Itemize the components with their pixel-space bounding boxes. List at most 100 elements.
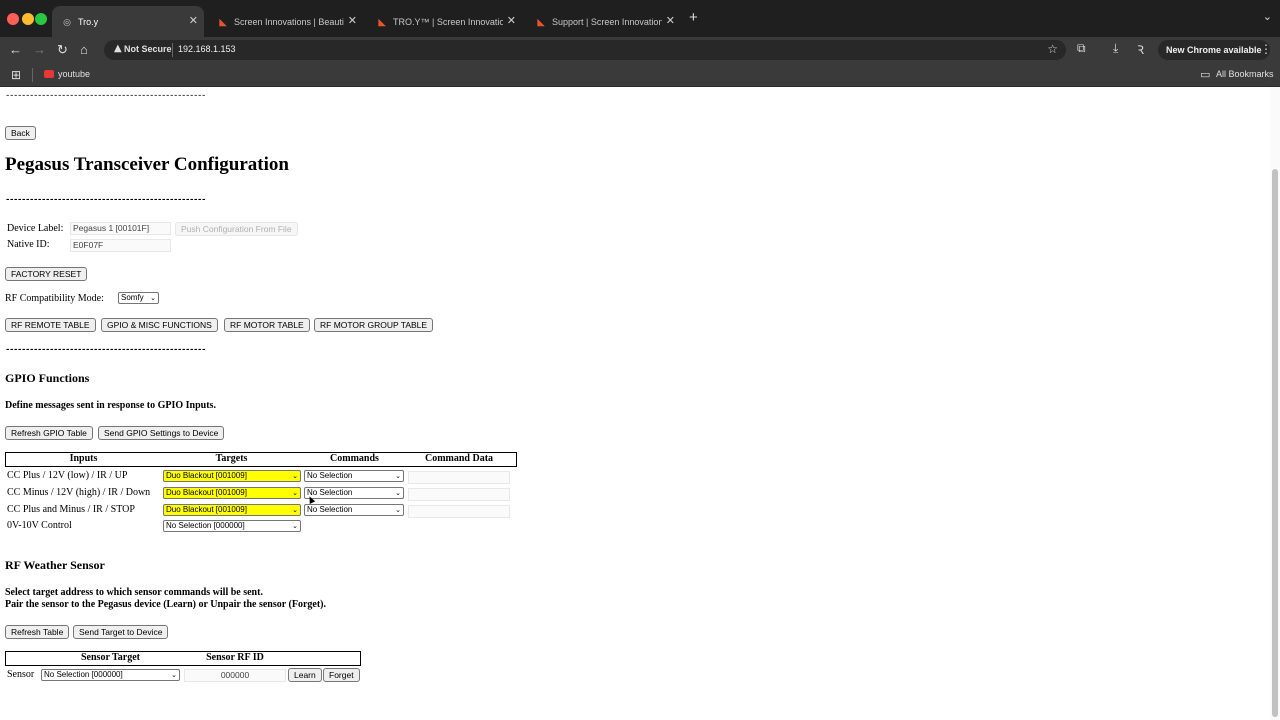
close-icon[interactable]: ✕	[348, 14, 357, 27]
gpio-target-select[interactable]: No Selection [000000] ⌄	[163, 520, 301, 532]
rf-remote-table-button[interactable]: RF REMOTE TABLE	[5, 318, 96, 332]
new-tab-button[interactable]: +	[689, 9, 698, 26]
chevron-down-icon: ⌄	[292, 522, 298, 530]
selected-value: No Selection	[307, 488, 353, 497]
sensor-target-select[interactable]: No Selection [000000] ⌄	[41, 669, 180, 681]
gpio-input-label: CC Minus / 12V (high) / IR / Down	[7, 487, 151, 498]
push-configuration-button[interactable]: Push Configuration From File	[175, 222, 298, 236]
gpio-command-select[interactable]: No Selection ⌄	[304, 470, 404, 482]
extensions-icon[interactable]: ⧉	[1077, 41, 1086, 56]
gpio-input-label: 0V-10V Control	[7, 520, 72, 531]
home-icon[interactable]: ⌂	[80, 41, 88, 59]
gpio-command-data-input[interactable]	[408, 488, 510, 501]
download-icon[interactable]: ⤓	[1113, 41, 1118, 56]
weather-sensor-heading: RF Weather Sensor	[5, 558, 105, 572]
close-icon[interactable]: ✕	[666, 14, 675, 27]
bookmarks-bar: ⊞ youtube ▭ All Bookmarks	[0, 63, 1280, 87]
forget-button[interactable]: Forget	[323, 668, 360, 682]
column-header-commands: Commands	[330, 453, 379, 464]
selected-value: Duo Blackout [001009]	[166, 505, 247, 514]
send-gpio-settings-button[interactable]: Send GPIO Settings to Device	[98, 426, 225, 440]
gpio-input-label: CC Plus / 12V (low) / IR / UP	[7, 470, 128, 481]
column-header-sensor-rf-id: Sensor RF ID	[206, 652, 264, 663]
gpio-target-select[interactable]: Duo Blackout [001009] ⌄	[163, 470, 301, 482]
sensor-rf-id-input[interactable]: 000000	[184, 669, 286, 682]
factory-reset-button[interactable]: FACTORY RESET	[5, 267, 88, 281]
menu-kebab-icon[interactable]: ⋮	[1260, 42, 1272, 56]
device-label-input[interactable]: Pegasus 1 [00101F]	[70, 222, 171, 235]
divider: ----------------------------------------…	[5, 345, 206, 355]
window-minimize-button[interactable]	[22, 13, 34, 25]
close-icon[interactable]: ✕	[507, 14, 516, 27]
native-id-label: Native ID:	[7, 239, 50, 250]
selected-value: Duo Blackout [001009]	[166, 488, 247, 497]
gpio-input-label: CC Plus and Minus / IR / STOP	[7, 504, 135, 515]
chevron-down-icon: ⌄	[292, 489, 298, 497]
divider	[32, 68, 33, 82]
rf-motor-table-button[interactable]: RF MOTOR TABLE	[224, 318, 310, 332]
gpio-target-select[interactable]: Duo Blackout [001009] ⌄	[163, 504, 301, 516]
back-arrow-icon[interactable]: ←	[9, 41, 22, 59]
gpio-misc-functions-button[interactable]: GPIO & MISC FUNCTIONS	[101, 318, 218, 332]
rf-compatibility-mode-label: RF Compatibility Mode:	[5, 293, 104, 304]
gpio-command-data-input[interactable]	[408, 471, 510, 484]
apps-grid-icon[interactable]: ⊞	[11, 68, 21, 82]
selected-value: No Selection	[307, 505, 353, 514]
bookmark-youtube[interactable]: youtube	[58, 69, 90, 79]
warning-icon: ▲	[114, 43, 122, 54]
gpio-command-select[interactable]: No Selection ⌄	[304, 504, 404, 516]
column-header-targets: Targets	[215, 453, 248, 464]
all-bookmarks[interactable]: All Bookmarks	[1216, 69, 1274, 79]
window-close-button[interactable]	[7, 13, 19, 25]
tab-screen-innovations[interactable]: ◣ Screen Innovations | Beautiful ✕	[208, 6, 363, 37]
tab-support[interactable]: ◣ Support | Screen Innovations ✕	[526, 6, 681, 37]
tab-title: TRO.Y™ | Screen Innovations	[393, 16, 503, 27]
gpio-command-select[interactable]: No Selection ⌄	[304, 487, 404, 499]
device-label-label: Device Label:	[7, 223, 64, 234]
selected-value: Duo Blackout [001009]	[166, 471, 247, 480]
reload-icon[interactable]: ↻	[57, 41, 68, 59]
new-chrome-available-button[interactable]: New Chrome available	[1158, 40, 1270, 60]
weather-description-line1: Select target address to which sensor co…	[5, 587, 263, 598]
tab-title: Screen Innovations | Beautiful	[234, 16, 344, 27]
selected-value: No Selection [000000]	[166, 521, 245, 530]
back-button[interactable]: Back	[5, 126, 36, 140]
gpio-heading: GPIO Functions	[5, 371, 90, 385]
globe-icon: ◎	[63, 16, 71, 27]
chevron-down-icon: ⌄	[395, 489, 401, 497]
refresh-gpio-table-button[interactable]: Refresh GPIO Table	[5, 426, 93, 440]
scrollbar-thumb[interactable]	[1272, 169, 1278, 717]
refresh-table-button[interactable]: Refresh Table	[5, 625, 70, 639]
security-label[interactable]: Not Secure	[124, 44, 172, 54]
gpio-command-data-input[interactable]	[408, 505, 510, 518]
tab-troy[interactable]: ◎ Tro.y ✕	[52, 6, 204, 37]
weather-description-line2: Pair the sensor to the Pegasus device (L…	[5, 599, 326, 610]
column-header-command-data: Command Data	[424, 453, 494, 464]
gpio-target-select[interactable]: Duo Blackout [001009] ⌄	[163, 487, 301, 499]
chevron-down-icon: ⌄	[292, 472, 298, 480]
native-id-input[interactable]: E0F07F	[70, 239, 171, 252]
forward-arrow-icon[interactable]: →	[33, 41, 46, 59]
send-target-to-device-button[interactable]: Send Target to Device	[73, 625, 169, 639]
chevron-down-icon: ⌄	[395, 506, 401, 514]
window-maximize-button[interactable]	[35, 13, 47, 25]
profile-extension-icon[interactable]: Ꝛ	[1137, 41, 1144, 58]
learn-button[interactable]: Learn	[288, 668, 322, 682]
chevron-down-icon: ⌄	[150, 294, 156, 302]
tab-search-chevron-icon[interactable]: ⌄	[1263, 10, 1272, 23]
tab-title: Tro.y	[78, 16, 99, 27]
bookmark-star-icon[interactable]: ☆	[1047, 42, 1058, 56]
address-bar[interactable]: ▲ Not Secure 192.168.1.153 ☆	[104, 40, 1066, 60]
selected-value: Somfy	[121, 293, 144, 302]
divider	[172, 43, 173, 57]
gpio-description: Define messages sent in response to GPIO…	[5, 400, 216, 411]
divider: ----------------------------------------…	[5, 195, 206, 205]
youtube-icon	[44, 70, 54, 78]
page-scrollbar[interactable]	[1270, 87, 1280, 720]
close-icon[interactable]: ✕	[189, 14, 198, 27]
url-text[interactable]: 192.168.1.153	[178, 44, 236, 54]
site-favicon-icon: ◣	[378, 16, 386, 27]
tab-troy-screen-innovations[interactable]: ◣ TRO.Y™ | Screen Innovations ✕	[367, 6, 522, 37]
rf-motor-group-table-button[interactable]: RF MOTOR GROUP TABLE	[314, 318, 434, 332]
rf-compatibility-mode-select[interactable]: Somfy ⌄	[118, 292, 159, 304]
